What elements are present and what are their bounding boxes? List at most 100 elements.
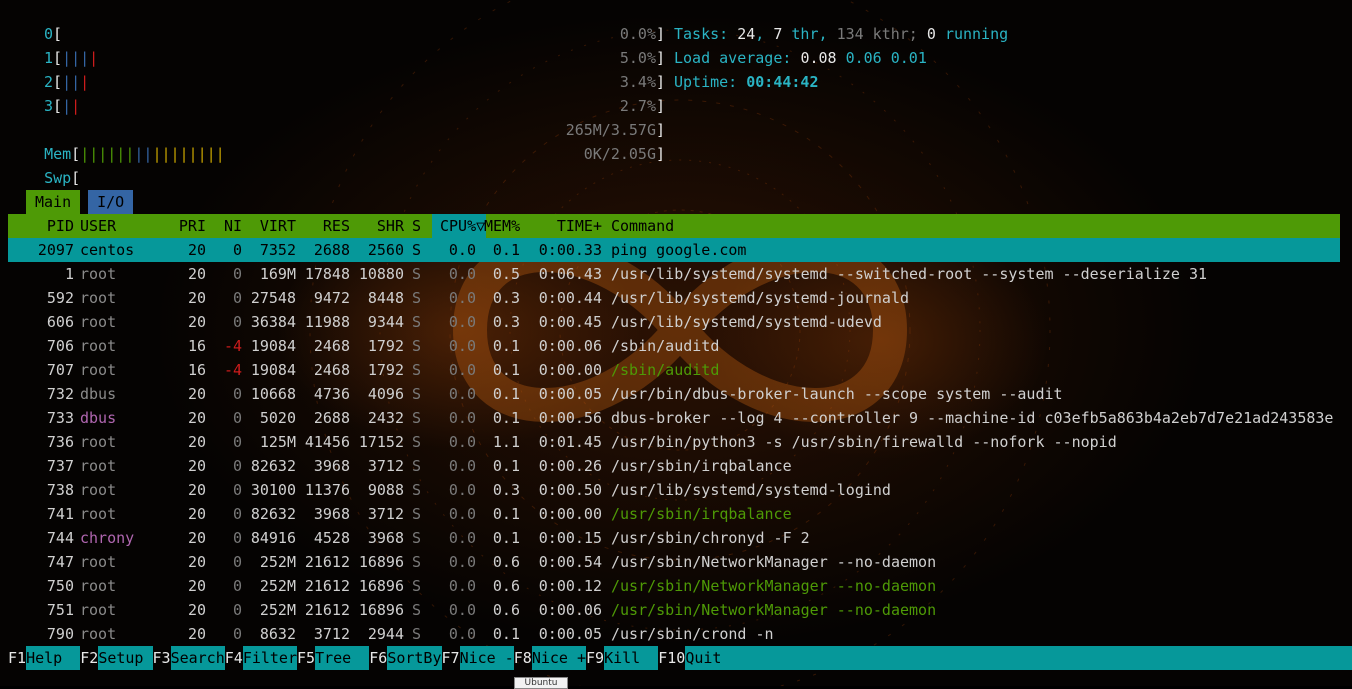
cell-virt: 10668	[250, 385, 296, 403]
cell-pid: 706	[46, 337, 74, 355]
table-row-selected[interactable]: 2097 centos 20 0 7352 2688 2560 S 0.0 0.1 0:00.33 p…	[0, 238, 1352, 262]
fkey-f4[interactable]: F4	[225, 646, 243, 670]
cell-time: 0:00.05	[538, 385, 602, 403]
cell-user: root	[80, 505, 117, 523]
table-row[interactable]: 741 root 20 0 82632 3968 3712 S 0.0 0.1 0:00.00/us…	[0, 502, 1352, 526]
cell-virt: 36384	[250, 313, 296, 331]
table-row[interactable]: 733 dbus 20 0 5020 2688 2432 S 0.0 0.1 0:00.56 dbus…	[0, 406, 1352, 430]
column-header-pri[interactable]: PRI	[170, 214, 206, 238]
cell-shr: 1792	[367, 361, 404, 379]
cell-s: S	[412, 265, 422, 283]
swap-value: 0K/2.05G	[583, 145, 656, 163]
tab-main[interactable]: Main	[26, 190, 81, 214]
column-header-shr[interactable]: SHR	[350, 214, 404, 238]
cell-pri: 20	[187, 241, 206, 259]
fkey-f2[interactable]: F2	[80, 646, 98, 670]
table-row[interactable]: 592 root 20 0 27548 9472 8448 S 0.0 0.3 0:00.44/us…	[0, 286, 1352, 310]
table-row[interactable]: 706 root 16 -4 19084 2468 1792 S 0.0 0.1 0:00.06/s…	[0, 334, 1352, 358]
fkey-label[interactable]: Filter	[242, 646, 297, 670]
cell-mem: 0.1	[492, 529, 520, 547]
cell-cpu: 0.0	[448, 265, 476, 283]
cell-time: 0:00.06	[538, 337, 602, 355]
cell-user: dbus	[80, 409, 117, 427]
column-header-pid[interactable]: PID	[8, 214, 74, 238]
fkey-label[interactable]: SortBy	[387, 646, 442, 670]
column-header-s[interactable]: S	[412, 214, 426, 238]
cell-s: S	[412, 361, 422, 379]
cell-virt: 5020	[259, 409, 296, 427]
cell-res: 17848	[304, 265, 350, 283]
table-row[interactable]: 790 root 20 0 8632 3712 2944 S 0.0 0.1 0:00.05/usr…	[0, 622, 1352, 646]
cell-pid: 733	[46, 409, 74, 427]
fkey-label[interactable]: Quit	[685, 646, 1352, 670]
cell-virt: 84916	[250, 529, 296, 547]
table-row[interactable]: 736 root 20 0 125M 41456 17152 S 0.0 1.1 0:01.45/u…	[0, 430, 1352, 454]
fkey-label[interactable]: Kill	[604, 646, 659, 670]
table-row[interactable]: 750 root 20 0 252M 21612 16896 S 0.0 0.6 0:00.12/u…	[0, 574, 1352, 598]
tab-io[interactable]: I/O	[88, 190, 134, 214]
cell-cmd: /usr/sbin/NetworkManager --no-daemon	[611, 601, 937, 619]
cell-user: root	[80, 433, 117, 451]
cell-virt: 252M	[259, 601, 296, 619]
cpu-meter-0: 0[	[44, 25, 63, 43]
cell-pid: 592	[46, 289, 74, 307]
column-header-user[interactable]: USER	[80, 214, 170, 238]
table-row[interactable]: 707 root 16 -4 19084 2468 1792 S 0.0 0.1 0:00.00/s…	[0, 358, 1352, 382]
table-row[interactable]: 732 dbus 20 0 10668 4736 4096 S 0.0 0.1 0:00.05/us…	[0, 382, 1352, 406]
column-header-mem[interactable]: MEM%	[484, 214, 520, 238]
cell-ni: 0	[232, 385, 242, 403]
cell-mem: 0.1	[492, 385, 520, 403]
column-header-res[interactable]: RES	[296, 214, 350, 238]
fkey-f1[interactable]: F1	[8, 646, 26, 670]
table-row[interactable]: 751 root 20 0 252M 21612 16896 S 0.0 0.6 0:00.06/u…	[0, 598, 1352, 622]
cell-mem: 0.3	[492, 481, 520, 499]
column-header-time[interactable]: TIME+	[530, 214, 602, 238]
table-row[interactable]: 1 root 20 0 169M 17848 10880 S 0.0 0.5 0:06.43/usr…	[0, 262, 1352, 286]
table-row[interactable]: 744 chrony 20 0 84916 4528 3968 S 0.0 0.1 0:00.15 /…	[0, 526, 1352, 550]
fkey-label[interactable]: Setup	[98, 646, 153, 670]
cell-res: 4736	[313, 385, 350, 403]
cpu-percent: 0.0%	[619, 25, 656, 43]
cell-s: S	[412, 625, 422, 643]
cpu-meter-1: 1[||||	[44, 49, 99, 67]
cell-ni: 0	[232, 457, 242, 475]
table-row[interactable]: 737 root 20 0 82632 3968 3712 S 0.0 0.1 0:00.26/us…	[0, 454, 1352, 478]
cell-pri: 16	[187, 361, 206, 379]
cell-virt: 30100	[250, 481, 296, 499]
column-header-cpu[interactable]: CPU%▽	[432, 214, 486, 238]
fkey-label[interactable]: Search	[170, 646, 225, 670]
cell-user: centos	[80, 241, 135, 259]
fkey-label[interactable]: Nice -	[459, 646, 514, 670]
column-header-ni[interactable]: NI	[206, 214, 242, 238]
table-row[interactable]: 747 root 20 0 252M 21612 16896 S 0.0 0.6 0:00.54/u…	[0, 550, 1352, 574]
cell-ni: 0	[232, 625, 242, 643]
fkey-f7[interactable]: F7	[442, 646, 460, 670]
cell-res: 3712	[313, 625, 350, 643]
cell-virt: 125M	[259, 433, 296, 451]
column-header-cmd[interactable]: Command	[611, 214, 1341, 238]
cell-virt: 252M	[259, 553, 296, 571]
cell-ni: 0	[232, 481, 242, 499]
table-row[interactable]: 606 root 20 0 36384 11988 9344 S 0.0 0.3 0:00.45/u…	[0, 310, 1352, 334]
cell-virt: 169M	[259, 265, 296, 283]
fkey-f10[interactable]: F10	[658, 646, 685, 670]
fkey-label[interactable]: Tree	[315, 646, 370, 670]
fkey-f8[interactable]: F8	[514, 646, 532, 670]
fkey-f9[interactable]: F9	[586, 646, 604, 670]
column-header-virt[interactable]: VIRT	[242, 214, 296, 238]
cell-time: 0:00.56	[538, 409, 602, 427]
table-row[interactable]: 738 root 20 0 30100 11376 9088 S 0.0 0.3 0:00.50/u…	[0, 478, 1352, 502]
cell-res: 11988	[304, 313, 350, 331]
fkey-f5[interactable]: F5	[297, 646, 315, 670]
cell-ni: -4	[223, 361, 242, 379]
cell-mem: 0.3	[492, 313, 520, 331]
cell-time: 0:00.12	[538, 577, 602, 595]
fkey-label[interactable]: Nice +	[531, 646, 586, 670]
fkey-label[interactable]: Help	[26, 646, 81, 670]
cell-pri: 20	[187, 457, 206, 475]
cell-s: S	[412, 313, 422, 331]
cell-pid: 737	[46, 457, 74, 475]
cell-shr: 2432	[367, 409, 404, 427]
fkey-f3[interactable]: F3	[153, 646, 171, 670]
fkey-f6[interactable]: F6	[369, 646, 387, 670]
